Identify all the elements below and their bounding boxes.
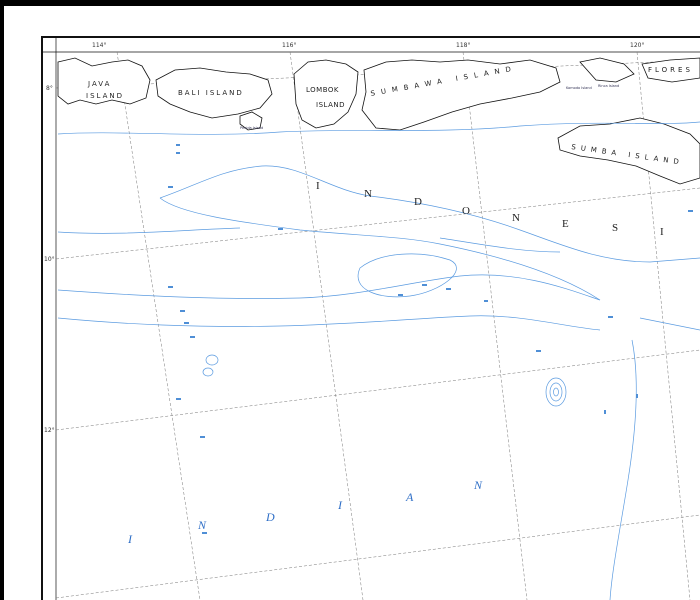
bali-island-label: BALI ISLAND <box>178 89 244 97</box>
java-island-label-2: ISLAND <box>86 92 124 100</box>
country-letter-6: E <box>562 218 570 230</box>
longitude-label-114: 114° <box>92 42 107 49</box>
ocean-letter-6: N <box>474 478 483 492</box>
longitude-label-118: 118° <box>456 42 471 49</box>
country-letter-3: D <box>414 196 423 208</box>
sumbawa-island-shape <box>361 59 561 131</box>
longitude-label-116: 116° <box>282 42 297 49</box>
komodo-island-label: Komodo Island <box>566 86 592 90</box>
lombok-island-label-1: LOMBOK <box>306 86 339 94</box>
country-letter-2: N <box>364 188 373 200</box>
country-letter-5: N <box>512 212 521 224</box>
flores-label: FLORES <box>648 66 693 74</box>
depth-contours <box>57 121 700 600</box>
country-letter-8: I <box>660 226 665 238</box>
map-canvas <box>41 36 700 600</box>
java-island-label-1: JAVA <box>88 80 112 88</box>
lombok-island-label-2: ISLAND <box>316 101 345 109</box>
depth-markers <box>168 144 693 534</box>
rinca-island-label: Rinca Island <box>598 84 620 88</box>
map-frame: 114° 116° 118° 120° 8° 10° 12° JAVA ISLA… <box>0 0 700 600</box>
country-letter-7: S <box>612 222 620 234</box>
ocean-letter-5: A <box>406 490 414 504</box>
penida-island-label: Penida Island <box>240 126 264 130</box>
latitude-label-10: 10° <box>44 256 55 263</box>
komodo-island-shape <box>579 57 635 83</box>
longitude-label-120: 120° <box>630 42 645 49</box>
islands <box>57 57 700 185</box>
country-letter-1: I <box>316 180 321 192</box>
ocean-letter-3: D <box>266 510 275 524</box>
latitude-label-8: 8° <box>46 85 53 92</box>
ocean-letter-2: N <box>198 518 207 532</box>
lombok-island-shape <box>293 59 359 129</box>
ocean-letter-4: I <box>338 498 342 512</box>
country-letter-4: O <box>462 205 471 217</box>
latitude-label-12: 12° <box>44 427 55 434</box>
ocean-letter-1: I <box>128 532 132 546</box>
